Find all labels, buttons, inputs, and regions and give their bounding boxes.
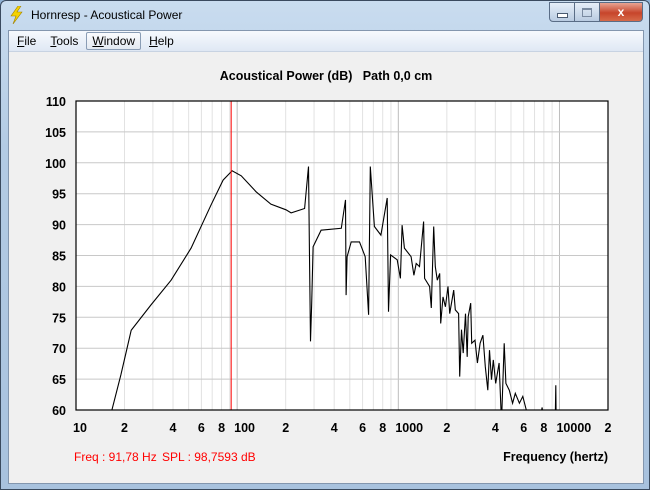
x-axis-label: Frequency (hertz) xyxy=(503,450,608,464)
x-tick-label: 2 xyxy=(443,421,450,435)
x-tick-label: 2 xyxy=(605,421,612,435)
x-tick-label: 2 xyxy=(282,421,289,435)
y-tick-label: 90 xyxy=(52,219,66,233)
x-tick-label: 10 xyxy=(73,421,87,435)
x-tick-label: 8 xyxy=(540,421,547,435)
y-tick-label: 60 xyxy=(52,404,66,418)
y-tick-label: 85 xyxy=(52,250,66,264)
x-tick-label: 8 xyxy=(379,421,386,435)
x-tick-label: 4 xyxy=(170,421,177,435)
x-tick-label: 8 xyxy=(218,421,225,435)
x-tick-label: 6 xyxy=(198,421,205,435)
x-tick-label: 4 xyxy=(492,421,499,435)
x-tick-label: 6 xyxy=(520,421,527,435)
acoustical-power-chart[interactable]: Acoustical Power (dB) Path 0,0 cm 110 105… xyxy=(0,0,650,490)
x-tick-label: 2 xyxy=(121,421,128,435)
y-tick-label: 80 xyxy=(52,280,66,294)
x-tick-label: 100 xyxy=(234,421,255,435)
chart-title: Acoustical Power (dB) Path 0,0 cm xyxy=(220,69,433,83)
y-tick-label: 105 xyxy=(45,126,66,140)
y-tick-label: 65 xyxy=(52,373,66,387)
y-tick-label: 75 xyxy=(52,311,66,325)
x-tick-label: 6 xyxy=(359,421,366,435)
x-tick-label: 4 xyxy=(331,421,338,435)
cursor-frequency-readout: Freq : 91,78 Hz xyxy=(74,450,157,464)
cursor-spl-readout: SPL : 98,7593 dB xyxy=(162,450,256,464)
y-tick-label: 110 xyxy=(46,95,66,109)
x-tick-label: 1000 xyxy=(395,421,423,435)
y-tick-label: 95 xyxy=(52,188,66,202)
y-tick-label: 70 xyxy=(52,342,66,356)
y-tick-label: 100 xyxy=(45,157,66,171)
x-tick-label: 10000 xyxy=(556,421,591,435)
